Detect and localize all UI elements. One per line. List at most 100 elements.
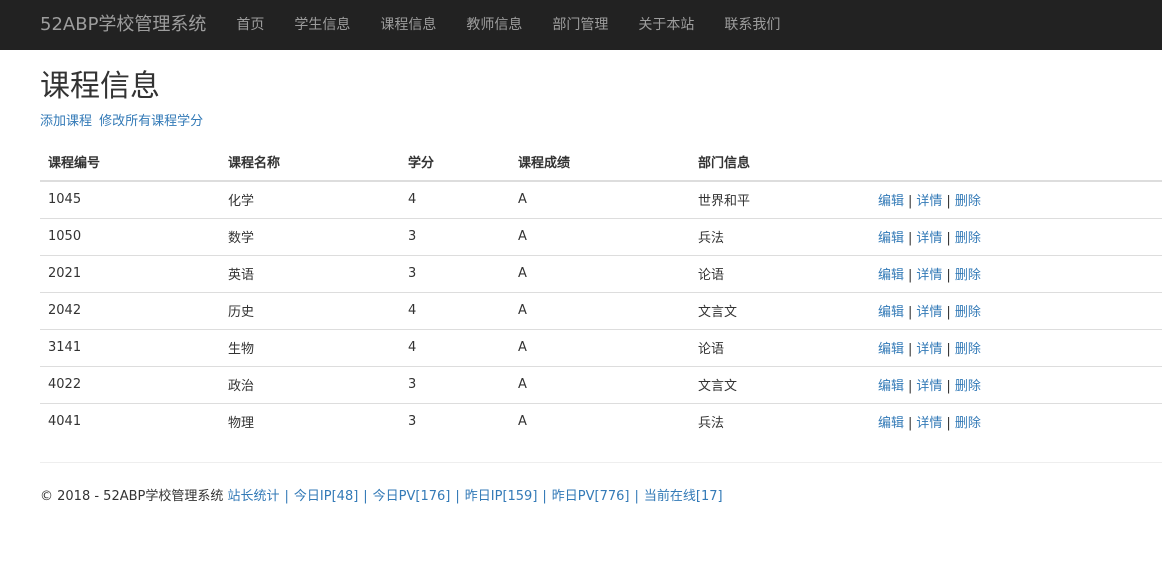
action-separator: | (946, 342, 951, 357)
footer-separator: | (542, 489, 547, 504)
row-actions-cell: 编辑 | 详情 | 删除 (870, 292, 1162, 330)
grade-cell: A (510, 255, 690, 293)
header-grade: 课程成绩 (510, 143, 690, 182)
details-link[interactable]: 详情 (916, 305, 942, 320)
course-name-cell: 物理 (228, 416, 255, 432)
course-name-cell: 政治 (220, 366, 400, 404)
brand-link[interactable]: 52ABP学校管理系统 (40, 0, 206, 50)
table-row: 2021 英语 3 A 论语 编辑 | 详情 | 删除 (40, 255, 1162, 293)
footer-link-today-ip[interactable]: 今日IP[48] (294, 489, 358, 504)
department-cell: 兵法 (690, 218, 870, 256)
nav-home[interactable]: 首页 (236, 0, 264, 50)
grade-cell: A (510, 292, 690, 330)
edit-link[interactable]: 编辑 (878, 194, 904, 209)
course-id-cell: 4022 (40, 366, 220, 404)
delete-link[interactable]: 删除 (955, 416, 981, 431)
course-id-cell: 2021 (40, 255, 220, 293)
details-link[interactable]: 详情 (916, 194, 942, 209)
department-cell: 论语 (690, 329, 870, 367)
details-link[interactable]: 详情 (916, 416, 942, 431)
action-separator: | (946, 231, 951, 246)
header-course-id: 课程编号 (40, 143, 220, 182)
row-actions-cell: 编辑 | 详情 | 删除 (870, 329, 1162, 367)
details-link[interactable]: 详情 (916, 342, 942, 357)
footer-link-stats[interactable]: 站长统计 (228, 489, 280, 504)
course-id-cell: 1045 (40, 181, 220, 219)
course-id-cell: 4041 (48, 414, 82, 430)
footer-copyright: © 2018 - 52ABP学校管理系统 (40, 489, 224, 504)
action-separator: | (908, 416, 913, 432)
nav-courses[interactable]: 课程信息 (380, 0, 436, 50)
action-separator: | (908, 379, 913, 394)
course-name-cell: 数学 (220, 218, 400, 256)
grade-cell: A (510, 181, 690, 219)
footer-link-yesterday-pv[interactable]: 昨日PV[776] (552, 489, 630, 504)
credits-cell: 3 (408, 414, 417, 430)
footer-link-yesterday-ip[interactable]: 昨日IP[159] (465, 489, 538, 504)
nav-contact[interactable]: 联系我们 (724, 0, 780, 50)
header-course-name: 课程名称 (220, 143, 400, 182)
header-department: 部门信息 (690, 143, 870, 182)
table-row: 4041 物理 3 A 兵法 编辑 | 详情 | 删除 (40, 403, 1162, 440)
footer-separator: | (284, 489, 289, 504)
edit-link[interactable]: 编辑 (878, 416, 904, 431)
footer-link-today-pv[interactable]: 今日PV[176] (373, 489, 451, 504)
table-row: 3141 生物 4 A 论语 编辑 | 详情 | 删除 (40, 329, 1162, 367)
table-row: 1045 化学 4 A 世界和平 编辑 | 详情 | 删除 (40, 181, 1162, 219)
footer-link-online[interactable]: 当前在线[17] (644, 489, 723, 504)
credits-cell: 3 (400, 366, 510, 404)
details-link[interactable]: 详情 (916, 268, 942, 283)
footer-separator: | (363, 489, 368, 504)
add-course-link[interactable]: 添加课程 (40, 114, 92, 129)
delete-link[interactable]: 删除 (955, 342, 981, 357)
credits-cell: 4 (400, 181, 510, 219)
nav-departments[interactable]: 部门管理 (552, 0, 608, 50)
action-separator: | (946, 416, 951, 432)
edit-link[interactable]: 编辑 (878, 305, 904, 320)
delete-link[interactable]: 删除 (955, 194, 981, 209)
courses-table: 课程编号 课程名称 学分 课程成绩 部门信息 1045 化学 4 A 世界和平 编辑 | 详情… (40, 143, 1162, 440)
table-body: 1045 化学 4 A 世界和平 编辑 | 详情 | 删除 1050 数学 3 A 兵法 编辑 | 详情 | 删除 20… (40, 181, 1162, 440)
grade-cell: A (510, 329, 690, 367)
row-actions-cell: 编辑 | 详情 | 删除 (870, 366, 1162, 404)
course-id-cell: 2042 (40, 292, 220, 330)
delete-link[interactable]: 删除 (955, 268, 981, 283)
action-separator: | (946, 305, 951, 320)
page-title: 课程信息 (40, 69, 160, 104)
department-cell: 世界和平 (690, 181, 870, 219)
page-actions: 添加课程 修改所有课程学分 (40, 113, 1162, 131)
action-separator: | (908, 305, 913, 320)
main-content: 课程信息 添加课程 修改所有课程学分 课程编号 课程名称 学分 课程成绩 部门信… (0, 67, 1162, 504)
course-name-cell: 化学 (220, 181, 400, 219)
edit-link[interactable]: 编辑 (878, 379, 904, 394)
edit-link[interactable]: 编辑 (878, 268, 904, 283)
nav-teachers[interactable]: 教师信息 (466, 0, 522, 50)
details-link[interactable]: 详情 (916, 379, 942, 394)
delete-link[interactable]: 删除 (955, 231, 981, 246)
details-link[interactable]: 详情 (916, 231, 942, 246)
edit-link[interactable]: 编辑 (878, 342, 904, 357)
grade-cell: A (518, 414, 527, 430)
credits-cell: 3 (400, 218, 510, 256)
department-cell: 兵法 (698, 416, 725, 432)
delete-link[interactable]: 删除 (955, 379, 981, 394)
table-row: 4022 政治 3 A 文言文 编辑 | 详情 | 删除 (40, 366, 1162, 404)
edit-link[interactable]: 编辑 (878, 231, 904, 246)
credits-cell: 4 (400, 329, 510, 367)
department-cell: 文言文 (690, 366, 870, 404)
course-id-cell: 1050 (40, 218, 220, 256)
row-actions-cell: 编辑 | 详情 | 删除 (870, 218, 1162, 256)
nav-students[interactable]: 学生信息 (294, 0, 350, 50)
header-credits: 学分 (400, 143, 510, 182)
delete-link[interactable]: 删除 (955, 305, 981, 320)
department-cell: 论语 (690, 255, 870, 293)
grade-cell: A (510, 218, 690, 256)
edit-all-credits-link[interactable]: 修改所有课程学分 (99, 114, 203, 129)
action-separator: | (908, 231, 913, 246)
nav-about[interactable]: 关于本站 (638, 0, 694, 50)
credits-cell: 4 (400, 292, 510, 330)
department-cell: 文言文 (690, 292, 870, 330)
course-name-cell: 生物 (220, 329, 400, 367)
action-separator: | (908, 268, 913, 283)
top-navbar: 52ABP学校管理系统 首页 学生信息 课程信息 教师信息 部门管理 关于本站 … (0, 0, 1162, 50)
